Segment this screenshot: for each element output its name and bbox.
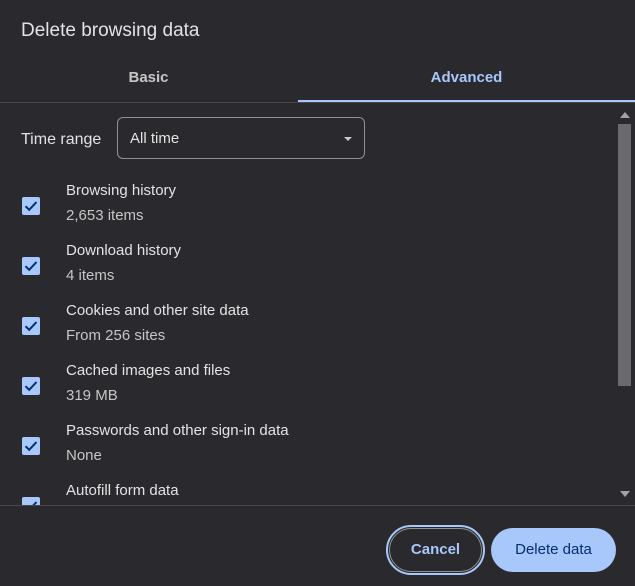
option-download-history: Download history 4 items [0, 233, 615, 293]
checkmark-icon [24, 201, 38, 212]
time-range-label: Time range [21, 131, 102, 148]
checkmark-icon [24, 261, 38, 272]
checkmark-icon [24, 441, 38, 452]
checkmark-icon [24, 381, 38, 392]
option-browsing-history: Browsing history 2,653 items [0, 173, 615, 233]
tab-advanced[interactable]: Advanced [298, 60, 635, 102]
cookies-subtitle: From 256 sites [66, 327, 166, 344]
browsing-history-subtitle: 2,653 items [66, 207, 144, 224]
delete-data-button[interactable]: Delete data [491, 528, 616, 572]
download-history-checkbox[interactable] [22, 257, 40, 275]
download-history-subtitle: 4 items [66, 267, 115, 284]
checkmark-icon [24, 321, 38, 332]
passwords-title: Passwords and other sign-in data [66, 422, 289, 439]
cookies-checkbox[interactable] [22, 317, 40, 335]
scroll-down-arrow-icon[interactable] [620, 491, 630, 497]
scroll-up-arrow-icon[interactable] [620, 112, 630, 118]
options-panel: Time range All time Browsing history 2,6… [0, 103, 615, 505]
passwords-subtitle: None [66, 447, 102, 464]
browsing-history-title: Browsing history [66, 182, 177, 199]
passwords-checkbox[interactable] [22, 437, 40, 455]
autofill-checkbox[interactable] [22, 497, 40, 505]
option-cookies: Cookies and other site data From 256 sit… [0, 293, 615, 353]
cached-images-checkbox[interactable] [22, 377, 40, 395]
cookies-title: Cookies and other site data [66, 302, 249, 319]
cached-images-title: Cached images and files [66, 362, 231, 379]
cached-images-subtitle: 319 MB [66, 387, 118, 404]
time-range-select[interactable]: All time [117, 117, 365, 159]
tab-advanced-label: Advanced [430, 69, 503, 86]
option-passwords: Passwords and other sign-in data None [0, 413, 615, 473]
options-scrollbar[interactable] [615, 103, 635, 505]
browsing-history-checkbox[interactable] [22, 197, 40, 215]
option-cached-images: Cached images and files 319 MB [0, 353, 615, 413]
scrollbar-thumb[interactable] [618, 124, 631, 386]
tab-bar: Basic Advanced [0, 60, 635, 103]
option-autofill: Autofill form data [0, 473, 615, 505]
time-range-value: All time [130, 130, 180, 147]
tab-basic[interactable]: Basic [0, 60, 297, 100]
dropdown-arrow-icon [344, 137, 352, 141]
active-tab-indicator [298, 100, 635, 102]
footer-divider [0, 505, 635, 506]
dialog-title: Delete browsing data [21, 20, 200, 41]
delete-browsing-data-dialog: Delete browsing data Basic Advanced Time… [0, 0, 635, 586]
download-history-title: Download history [66, 242, 182, 259]
autofill-title: Autofill form data [66, 482, 179, 499]
cancel-button[interactable]: Cancel [389, 528, 482, 572]
